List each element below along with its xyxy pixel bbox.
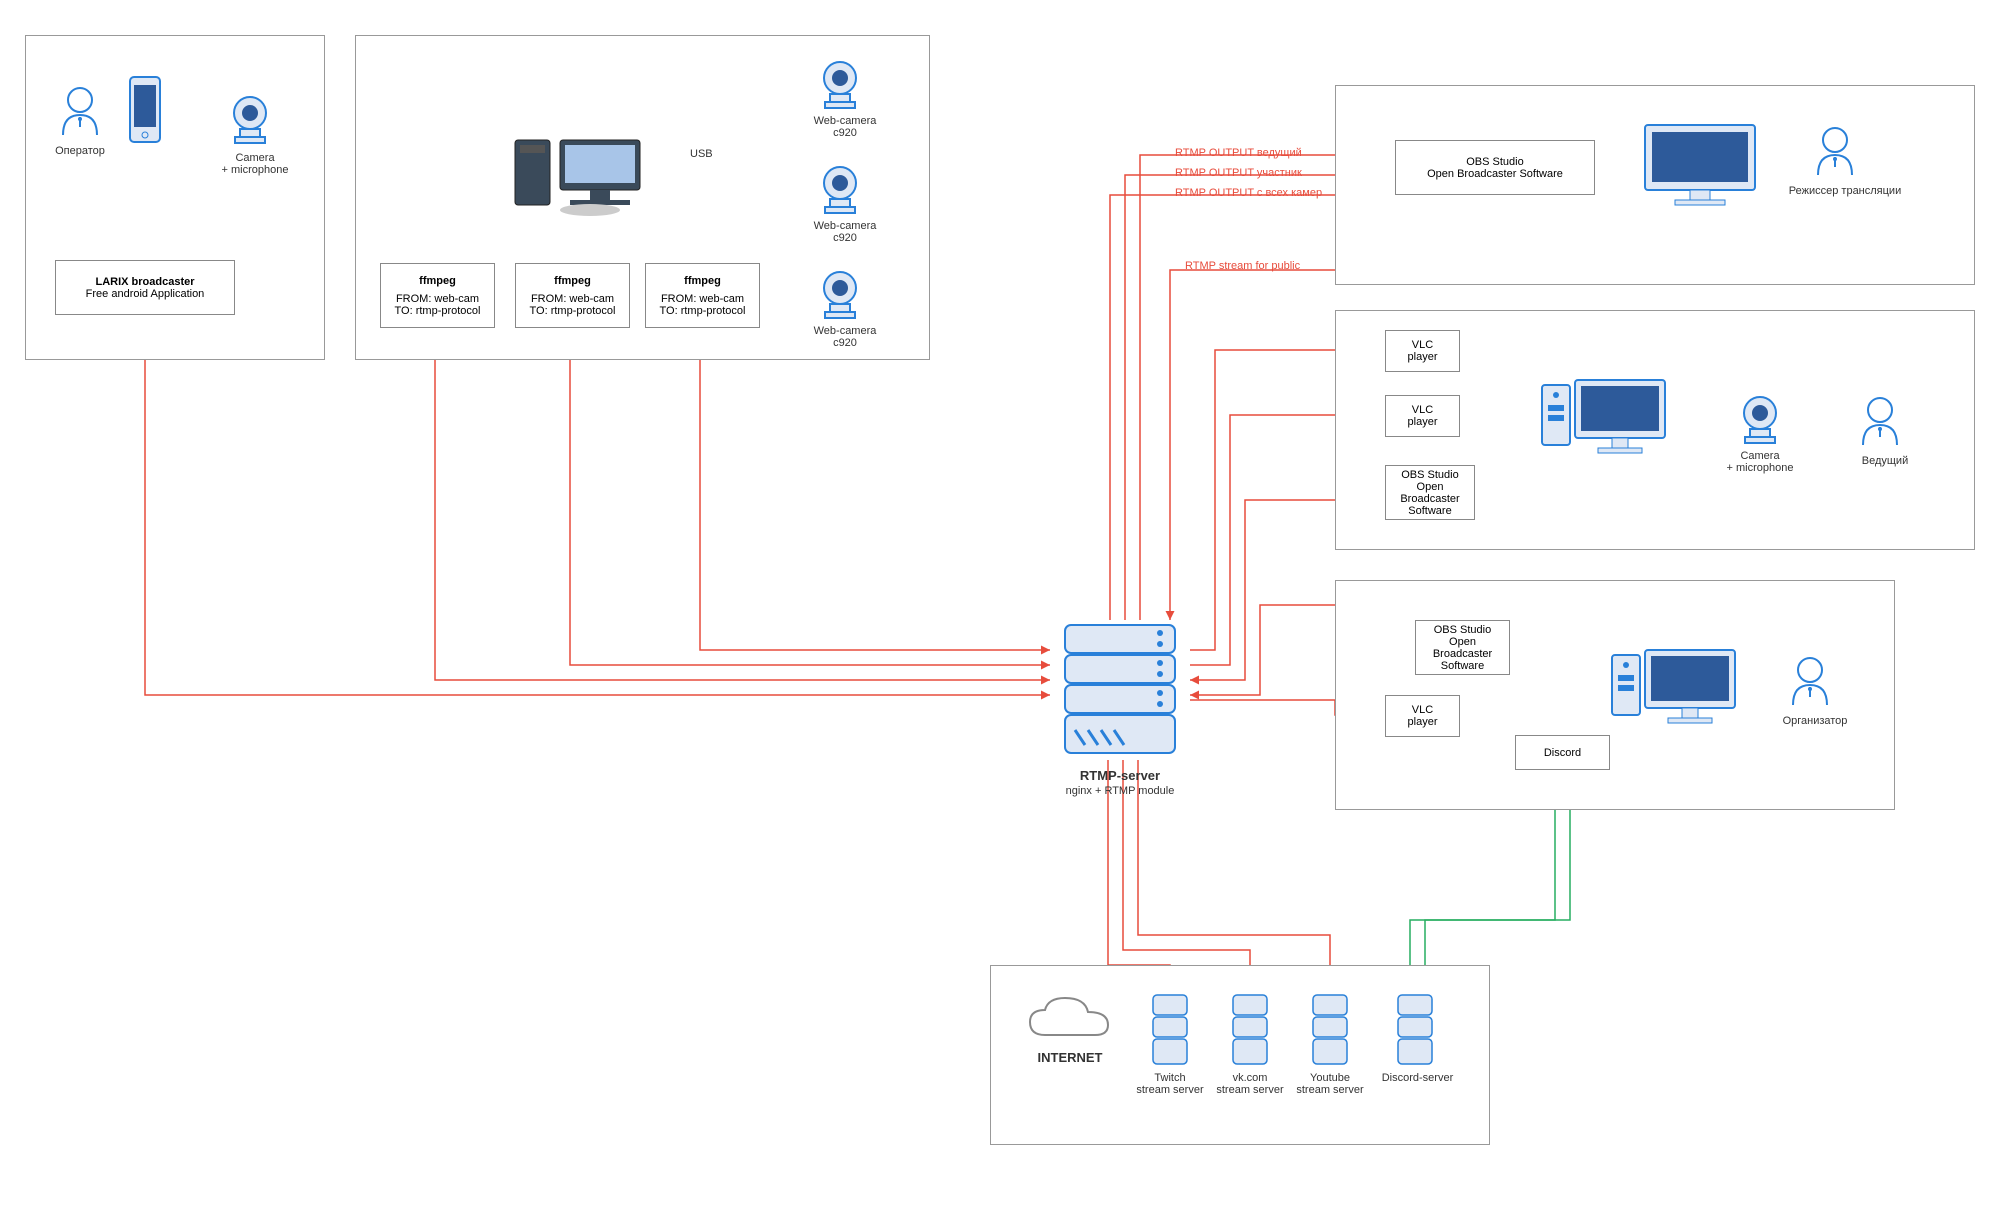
internet-label: INTERNET xyxy=(1025,1050,1115,1065)
ffmpeg-title: ffmpeg xyxy=(419,275,456,287)
ffmpeg-from: FROM: web-cam xyxy=(661,293,744,305)
webcam-label-3: Web-camerac920 xyxy=(805,325,885,349)
vlc-label: VLCplayer xyxy=(1408,339,1438,363)
discord-box: Discord xyxy=(1515,735,1610,770)
obs-label: OBS StudioOpen BroadcasterSoftware xyxy=(1390,469,1470,517)
usb-label: USB xyxy=(690,148,713,160)
youtube-label: Youtubestream server xyxy=(1290,1072,1370,1096)
vk-label: vk.comstream server xyxy=(1210,1072,1290,1096)
ffmpeg-to: TO: rtmp-protocol xyxy=(530,305,616,317)
director-role: Режиссер трансляции xyxy=(1780,185,1910,197)
obs-label: OBS StudioOpen BroadcasterSoftware xyxy=(1420,624,1505,672)
twitch-label: Twitchstream server xyxy=(1130,1072,1210,1096)
ffmpeg-from: FROM: web-cam xyxy=(531,293,614,305)
rtmp-out-3: RTMP OUTPUT с всех камер xyxy=(1175,187,1322,199)
host-cam-label: Camera+ microphone xyxy=(1720,450,1800,474)
obs-director-box: OBS StudioOpen Broadcaster Software xyxy=(1395,140,1595,195)
larix-sub: Free android Application xyxy=(86,288,205,300)
camera-mic-label: Camera+ microphone xyxy=(215,152,295,176)
vlc-label: VLCplayer xyxy=(1408,704,1438,728)
ffmpeg-title: ffmpeg xyxy=(554,275,591,287)
ffmpeg-to: TO: rtmp-protocol xyxy=(395,305,481,317)
larix-box: LARIX broadcaster Free android Applicati… xyxy=(55,260,235,315)
ffmpeg-from: FROM: web-cam xyxy=(396,293,479,305)
ffmpeg-box-2: ffmpeg FROM: web-cam TO: rtmp-protocol xyxy=(515,263,630,328)
vlc-org: VLCplayer xyxy=(1385,695,1460,737)
host-role: Ведущий xyxy=(1845,455,1925,467)
ffmpeg-box-1: ffmpeg FROM: web-cam TO: rtmp-protocol xyxy=(380,263,495,328)
rtmp-out-1: RTMP OUTPUT ведущий xyxy=(1175,147,1302,159)
obs-label: OBS StudioOpen Broadcaster Software xyxy=(1427,156,1563,180)
larix-title: LARIX broadcaster xyxy=(95,276,194,288)
rtmp-out-2: RTMP OUTPUT участник xyxy=(1175,167,1302,179)
vlc-label: VLCplayer xyxy=(1408,404,1438,428)
org-role: Организатор xyxy=(1770,715,1860,727)
vlc-host-1: VLCplayer xyxy=(1385,330,1460,372)
rtmp-public: RTMP stream for public xyxy=(1185,260,1300,272)
ffmpeg-to: TO: rtmp-protocol xyxy=(660,305,746,317)
ffmpeg-title: ffmpeg xyxy=(684,275,721,287)
discord-label: Discord xyxy=(1544,747,1581,759)
operator-label: Оператор xyxy=(55,145,105,157)
server-title: RTMP-server xyxy=(1055,768,1185,783)
discord-server-label: Discord-server xyxy=(1375,1072,1460,1084)
webcam-label-1: Web-camerac920 xyxy=(805,115,885,139)
ffmpeg-box-3: ffmpeg FROM: web-cam TO: rtmp-protocol xyxy=(645,263,760,328)
obs-host-box: OBS StudioOpen BroadcasterSoftware xyxy=(1385,465,1475,520)
server-sub: nginx + RTMP module xyxy=(1055,785,1185,797)
obs-org-box: OBS StudioOpen BroadcasterSoftware xyxy=(1415,620,1510,675)
vlc-host-2: VLCplayer xyxy=(1385,395,1460,437)
webcam-label-2: Web-camerac920 xyxy=(805,220,885,244)
